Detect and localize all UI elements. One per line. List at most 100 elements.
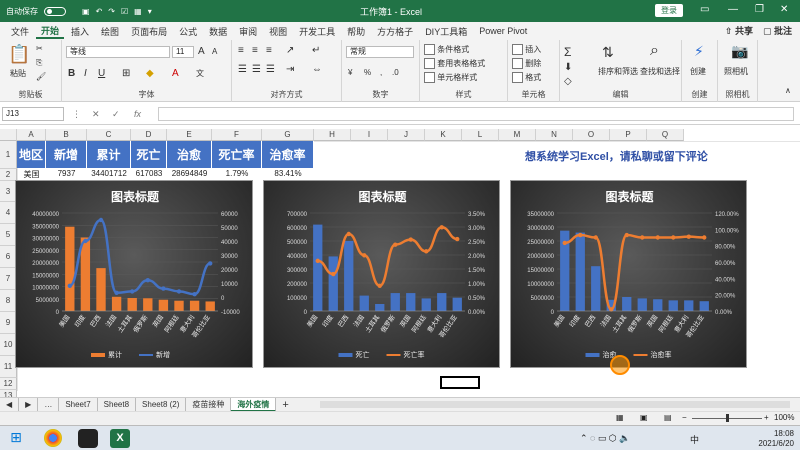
menu-tab-1[interactable]: 开始: [36, 24, 65, 39]
column-header-E[interactable]: E: [167, 129, 212, 141]
align-middle-icon[interactable]: ≡: [252, 45, 258, 56]
sheet-nav-more[interactable]: …: [38, 397, 60, 412]
column-header-J[interactable]: J: [388, 129, 425, 141]
selected-cell[interactable]: [440, 376, 480, 389]
paste-button[interactable]: 粘贴: [10, 68, 26, 79]
ime-indicator[interactable]: 中: [690, 433, 699, 446]
menu-tab-10[interactable]: 帮助: [342, 25, 370, 38]
italic-button[interactable]: I: [84, 68, 87, 79]
font-size-select[interactable]: 11: [172, 46, 194, 58]
align-right-icon[interactable]: ☰: [266, 64, 275, 75]
column-header-F[interactable]: F: [212, 129, 262, 141]
function-icon[interactable]: fx: [134, 109, 141, 119]
minimize-button[interactable]: —: [728, 4, 738, 15]
column-header-M[interactable]: M: [499, 129, 536, 141]
menu-tab-3[interactable]: 绘图: [96, 25, 124, 38]
menu-tab-11[interactable]: 方方格子: [372, 25, 418, 38]
formula-input[interactable]: [158, 107, 794, 121]
format-painter-icon[interactable]: 🖌: [36, 72, 46, 81]
undo-icon[interactable]: ↶: [96, 7, 103, 16]
column-header-A[interactable]: A: [17, 129, 46, 141]
checkbox-icon[interactable]: ☑: [121, 7, 128, 16]
table-header-cell[interactable]: 死亡率: [212, 141, 262, 168]
lightning-icon[interactable]: ⚡: [694, 43, 704, 60]
align-center-icon[interactable]: ☰: [252, 64, 261, 75]
page-layout-icon[interactable]: ▣: [640, 413, 648, 422]
sheet-tab[interactable]: 海外疫情: [231, 397, 277, 412]
chrome-icon[interactable]: [44, 429, 62, 447]
column-header-D[interactable]: D: [131, 129, 167, 141]
phonetic-icon[interactable]: 文: [196, 68, 204, 79]
align-bottom-icon[interactable]: ≡: [266, 45, 272, 56]
excel-taskbar-icon[interactable]: X: [110, 429, 130, 448]
create-button[interactable]: 创建: [690, 66, 706, 77]
column-header-B[interactable]: B: [46, 129, 87, 141]
fill-color-icon[interactable]: ◆: [146, 68, 154, 79]
ribbon-display-icon[interactable]: ▭: [700, 4, 709, 15]
zoom-slider-thumb[interactable]: [726, 414, 729, 422]
merge-icon[interactable]: ⇔: [312, 64, 322, 75]
number-format-select[interactable]: 常规: [346, 46, 414, 58]
sum-icon[interactable]: Σ: [564, 45, 571, 59]
autosave-toggle[interactable]: [44, 6, 66, 16]
cell-style-button[interactable]: 单元格样式: [424, 72, 477, 84]
menu-tab-9[interactable]: 开发工具: [294, 25, 340, 38]
column-header-N[interactable]: N: [536, 129, 573, 141]
menu-tab-12[interactable]: DIY工具箱: [420, 25, 472, 38]
column-header-L[interactable]: L: [462, 129, 499, 141]
find-icon[interactable]: ⌕: [650, 42, 659, 60]
cancel-icon[interactable]: ✕: [92, 109, 100, 120]
row-header-1[interactable]: 1: [0, 141, 17, 169]
fill-icon[interactable]: ⬇: [564, 62, 572, 73]
redo-icon[interactable]: ↷: [108, 7, 115, 16]
column-header-G[interactable]: G: [262, 129, 314, 141]
column-header-Q[interactable]: Q: [647, 129, 684, 141]
delete-cells-button[interactable]: 删除: [512, 58, 541, 70]
border-icon[interactable]: ⊞: [122, 68, 130, 79]
shrink-font-button[interactable]: A: [212, 47, 217, 56]
tray-icons[interactable]: ⌃ ◌ ▭ ⬡ 🔈: [580, 433, 630, 444]
chart-deaths[interactable]: 图表标题 700000 600000 500000 400000 300000 200000…: [263, 180, 500, 368]
percent-icon[interactable]: %: [364, 68, 371, 77]
login-button[interactable]: 登录: [655, 4, 683, 17]
column-header-H[interactable]: H: [314, 129, 351, 141]
menu-tab-6[interactable]: 数据: [204, 25, 232, 38]
font-color-icon[interactable]: A: [172, 68, 179, 79]
name-box[interactable]: J13: [2, 107, 64, 121]
table-header-cell[interactable]: 地区: [17, 141, 46, 168]
table-icon[interactable]: ▦: [134, 7, 142, 16]
sort-filter-icon[interactable]: ⇅: [602, 44, 614, 61]
wrap-text-icon[interactable]: ↵: [312, 45, 320, 56]
menu-tab-7[interactable]: 审阅: [234, 25, 262, 38]
indent-icon[interactable]: ⇥: [286, 64, 294, 75]
share-button[interactable]: ⇧ 共享: [725, 24, 753, 37]
table-header-cell[interactable]: 治愈: [167, 141, 212, 168]
menu-tab-4[interactable]: 页面布局: [126, 25, 172, 38]
page-break-icon[interactable]: ▤: [664, 413, 672, 422]
orientation-icon[interactable]: ↗: [286, 45, 294, 56]
menu-tab-13[interactable]: Power Pivot: [474, 26, 532, 36]
close-button[interactable]: ✕: [780, 4, 788, 15]
sheet-tab[interactable]: Sheet8: [98, 397, 137, 412]
find-select-button[interactable]: 查找和选择: [640, 66, 680, 77]
menu-tab-0[interactable]: 文件: [6, 25, 34, 38]
copy-icon[interactable]: ⎘: [36, 58, 42, 68]
comma-icon[interactable]: ,: [380, 68, 382, 77]
column-header-O[interactable]: O: [573, 129, 610, 141]
increase-decimal-icon[interactable]: .0: [392, 68, 399, 77]
underline-button[interactable]: U: [98, 68, 105, 79]
font-name-select[interactable]: 等线: [66, 46, 170, 58]
sheet-tab[interactable]: Sheet8 (2): [136, 397, 187, 412]
insert-cells-button[interactable]: 插入: [512, 44, 541, 56]
zoom-in-icon[interactable]: +: [764, 413, 769, 422]
table-header-cell[interactable]: 累计: [87, 141, 131, 168]
cut-icon[interactable]: ✂: [36, 44, 43, 53]
column-header-K[interactable]: K: [425, 129, 462, 141]
normal-view-icon[interactable]: ▦: [616, 413, 624, 422]
sort-filter-button[interactable]: 排序和筛选: [598, 66, 638, 77]
menu-tab-2[interactable]: 插入: [66, 25, 94, 38]
grow-font-button[interactable]: A: [198, 46, 205, 57]
align-top-icon[interactable]: ≡: [238, 45, 244, 56]
comment-button[interactable]: ▢ 批注: [763, 24, 792, 37]
table-header-cell[interactable]: 治愈率: [262, 141, 314, 168]
